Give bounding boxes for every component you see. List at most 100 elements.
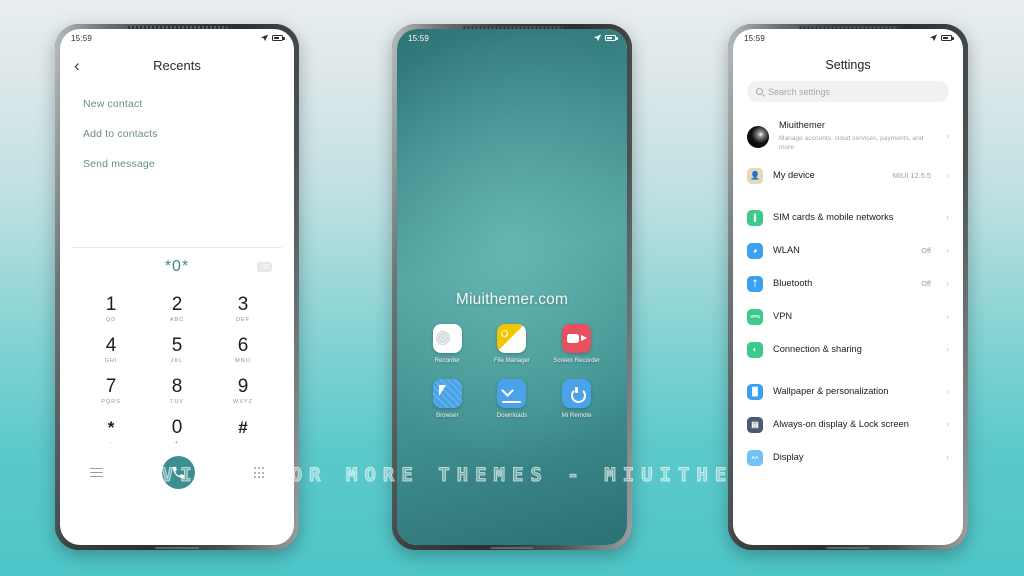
link-new-contact[interactable]: New contact [83,89,271,119]
search-input[interactable]: Search settings [747,81,949,102]
battery-icon [272,35,285,41]
bluetooth-icon: ᛏ [747,275,763,292]
settings-row-text: Connection & sharing [773,344,921,356]
settings-row-my-device[interactable]: 👤 My device MIUI 12.5.5 › [733,159,963,192]
app-downloads[interactable]: Downloads [484,379,540,420]
settings-row-text: Bluetooth [773,278,911,290]
key-4[interactable]: 4 GHI [78,331,144,370]
app-label: Screen Recorder [553,357,601,364]
settings-row-text: WLAN [773,245,911,257]
settings-row-value: Off [921,246,931,255]
status-bar: 15:59 [60,29,294,47]
settings-row-sim-cards-mobile-networks[interactable]: ∥ SIM cards & mobile networks › [733,201,963,234]
key-3[interactable]: 3 DEF [210,290,276,329]
app-label: Downloads [496,412,528,420]
page-title: Settings [825,58,871,72]
chevron-right-icon: › [946,131,949,141]
key-7[interactable]: 7 PQRS [78,372,144,411]
key-star[interactable]: *, [78,413,144,452]
settings-row-label: WLAN [773,244,800,255]
key-1[interactable]: 1 QD [78,290,144,329]
chevron-right-icon: › [946,344,949,354]
settings-row-account[interactable]: Miuithemer Manage accounts, cloud servic… [733,114,963,159]
key-9[interactable]: 9 WXYZ [210,372,276,411]
app-browser[interactable]: Browser [419,379,475,420]
key-6[interactable]: 6 MNO [210,331,276,370]
key-sublabel: QD [105,317,117,323]
link-add-to-contacts[interactable]: Add to contacts [83,119,271,149]
key-digit: 2 [171,294,183,315]
phone-call-icon [172,466,184,479]
dialpad[interactable]: 1 QD 2 ABC 3 DEF 4 GHI 5 JKL 6 MNO 7 PQRS 8 TUV 9 WXYZ *, 0… [60,286,294,452]
lock-screen-icon: ▤ [747,416,763,433]
status-icons [929,34,954,42]
app-label: Browser [435,412,459,420]
back-icon[interactable]: ‹ [74,57,80,74]
key-sublabel: TUV [170,399,184,405]
settings-row-label: Bluetooth [773,277,813,288]
wallpaper-icon: █ [747,383,763,400]
link-send-message[interactable]: Send message [83,149,271,179]
dialpad-grid-icon[interactable] [254,467,265,478]
settings-row-label: VPN [773,310,793,321]
app-label: Recorder [434,357,461,364]
app-recorder[interactable]: Recorder [419,324,475,365]
key-digit: 8 [171,376,183,397]
call-button[interactable] [161,456,195,489]
key-digit: 5 [171,335,183,356]
key-sublabel: JKL [170,358,184,364]
settings-row-label: My device [773,169,815,180]
chevron-right-icon: › [946,386,949,396]
battery-icon [605,35,618,41]
file-manager-icon [497,324,527,353]
key-0[interactable]: 0 + [144,413,210,452]
key-5[interactable]: 5 JKL [144,331,210,370]
key-hash[interactable]: # [210,413,276,452]
settings-list: 👤 My device MIUI 12.5.5 › ∥ SIM cards & mobil… [733,159,963,474]
settings-row-wlan[interactable]: ◕ WLAN Off › [733,234,963,267]
app-mi-remote[interactable]: Mi Remote [549,379,605,420]
status-icons [593,34,618,42]
group-separator [733,366,963,375]
app-screen-recorder[interactable]: Screen Recorder [549,324,605,365]
key-digit: 7 [105,376,117,397]
key-sublabel: MNO [235,358,251,364]
settings-row-label: SIM cards & mobile networks [773,211,894,222]
recorder-icon [432,324,462,353]
location-arrow-icon [593,34,602,42]
wallpaper: 15:59 Miuithemer.com Recorder File Manag… [397,29,627,545]
backspace-icon[interactable]: ⌫ [257,262,272,272]
account-subtitle: Manage accounts, cloud services, payment… [779,134,924,152]
settings-row-wallpaper-personalization[interactable]: █ Wallpaper & personalization › [733,375,963,408]
settings-row-vpn[interactable]: VPN VPN › [733,300,963,333]
key-digit: # [238,418,248,437]
key-sublabel: , [109,439,113,445]
settings-row-label: Wallpaper & personalization [773,385,889,396]
hamburger-menu-icon[interactable] [89,467,103,478]
wifi-icon: ◕ [747,242,763,259]
settings-row-bluetooth[interactable]: ᛏ Bluetooth Off › [733,267,963,300]
battery-icon [941,35,954,41]
chevron-right-icon: › [946,452,949,462]
sim-card-icon: ∥ [747,209,763,226]
browser-icon [432,379,462,409]
key-sublabel: + [174,440,180,446]
phone-home: 15:59 Miuithemer.com Recorder File Manag… [392,24,632,550]
status-bar: 15:59 [397,29,627,47]
settings-row-display[interactable]: AA Display › [733,441,963,474]
phone-dialer: 15:59 ‹ Recents New contact Add to conta… [55,24,299,550]
downloads-icon [497,379,527,409]
key-2[interactable]: 2 ABC [144,290,210,329]
earpiece-grille [125,26,229,29]
app-file-manager[interactable]: File Manager [484,324,540,365]
key-digit: 1 [105,294,117,315]
phone-settings: 15:59 Settings Search settings Miuitheme… [728,24,968,550]
settings-row-always-on-display-lock-screen[interactable]: ▤ Always-on display & Lock screen › [733,408,963,441]
settings-row-value: MIUI 12.5.5 [892,171,931,180]
key-8[interactable]: 8 TUV [144,372,210,411]
settings-row-connection-sharing[interactable]: ◐ Connection & sharing › [733,333,963,366]
vpn-icon: VPN [747,308,763,325]
app-grid: Recorder File Manager Screen Recorder Br… [397,324,627,435]
settings-row-value: Off [921,279,931,288]
bottom-speaker-line [155,547,199,549]
